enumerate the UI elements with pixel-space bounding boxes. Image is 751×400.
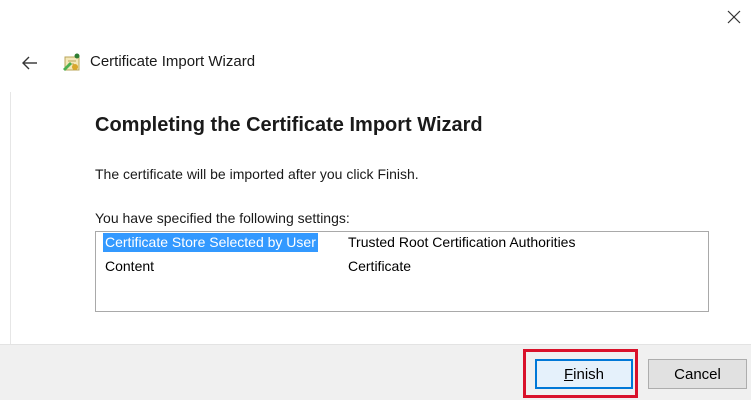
wizard-title: Certificate Import Wizard [90,53,256,70]
settings-row[interactable]: Certificate Store Selected by User Trust… [96,232,708,253]
settings-row[interactable]: Content Certificate [96,256,708,277]
info-text: The certificate will be imported after y… [95,166,419,182]
certificate-wizard-icon [63,53,80,71]
close-icon [727,10,741,24]
settings-value: Trusted Root Certification Authorities [348,234,576,250]
settings-key: Content [105,258,155,274]
close-button[interactable] [719,4,749,30]
settings-list[interactable]: Certificate Store Selected by User Trust… [95,231,709,312]
finish-accelerator: F [563,365,574,383]
finish-button[interactable]: Finish [535,359,633,389]
settings-label: You have specified the following setting… [95,210,350,226]
back-button[interactable] [16,50,44,76]
wizard-content-panel: Completing the Certificate Import Wizard… [10,92,751,344]
wizard-header: Certificate Import Wizard [0,40,751,86]
cancel-button[interactable]: Cancel [648,359,747,389]
settings-value: Certificate [348,258,412,274]
page-heading: Completing the Certificate Import Wizard [95,114,483,136]
certificate-import-wizard-window: Certificate Import Wizard Completing the… [0,0,751,400]
finish-label: inish [573,365,605,383]
back-arrow-icon [22,56,37,70]
wizard-footer: Finish Cancel [0,344,751,400]
settings-key: Certificate Store Selected by User [103,233,318,252]
